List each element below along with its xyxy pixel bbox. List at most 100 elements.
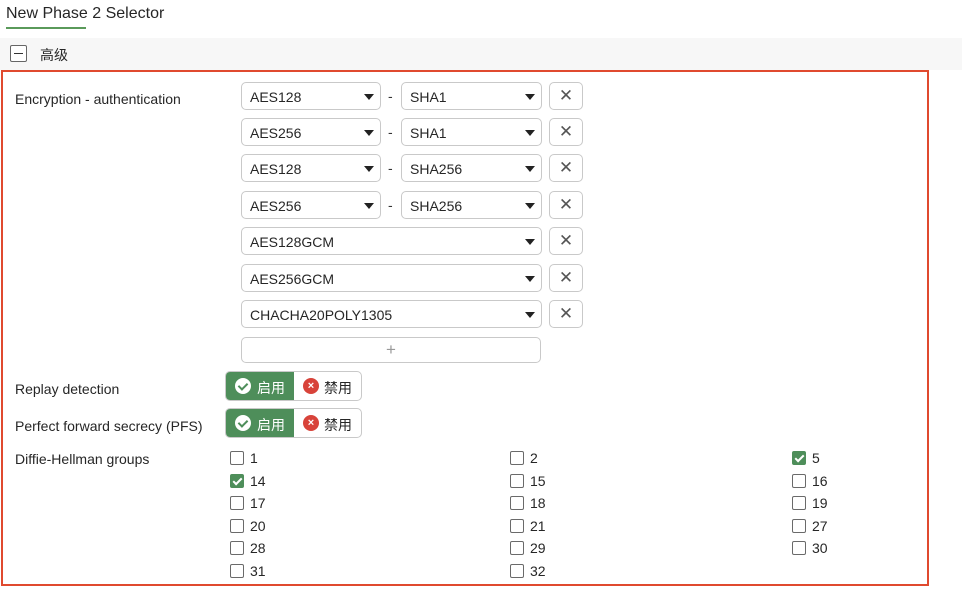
authentication-select[interactable]: SHA1 — [401, 118, 542, 146]
dh-group-label: 16 — [812, 473, 828, 489]
dh-group-label: 18 — [530, 495, 546, 511]
title-bar: New Phase 2 Selector — [0, 0, 962, 38]
dh-group-label: 20 — [250, 518, 266, 534]
dh-group-label: 14 — [250, 473, 266, 489]
page-title: New Phase 2 Selector — [6, 5, 165, 22]
add-pair-button[interactable]: + — [241, 337, 541, 363]
pair-separator: - — [388, 124, 393, 140]
check-circle-icon — [235, 378, 251, 394]
checkbox[interactable] — [510, 451, 524, 465]
checkbox[interactable] — [792, 541, 806, 555]
encryption-select[interactable]: AES128GCM — [241, 227, 542, 255]
dh-group-label: 30 — [812, 540, 828, 556]
encryption-select[interactable]: AES128 — [241, 154, 381, 182]
checkbox[interactable] — [230, 496, 244, 510]
remove-pair-button[interactable]: ✕ — [549, 264, 583, 292]
encryption-select-value: AES256 — [250, 198, 302, 214]
remove-pair-button[interactable]: ✕ — [549, 227, 583, 255]
pair-separator: - — [388, 88, 393, 104]
dropdown-arrow-icon — [525, 312, 535, 318]
enable-label: 启用 — [257, 380, 285, 396]
checkbox[interactable] — [792, 496, 806, 510]
checkbox[interactable] — [510, 564, 524, 578]
replay-disable-option[interactable]: × 禁用 — [294, 372, 361, 400]
dh-group-label: 27 — [812, 518, 828, 534]
dh-group-label: 15 — [530, 473, 546, 489]
dh-group-label: 28 — [250, 540, 266, 556]
encryption-select[interactable]: AES256 — [241, 191, 381, 219]
pfs-enable-option[interactable]: 启用 — [226, 409, 294, 437]
collapse-minus-icon[interactable] — [10, 45, 27, 62]
dropdown-arrow-icon — [525, 239, 535, 245]
dh-group-label: 29 — [530, 540, 546, 556]
authentication-select-value: SHA1 — [410, 89, 447, 105]
encryption-select[interactable]: AES256 — [241, 118, 381, 146]
pfs-label: Perfect forward secrecy (PFS) — [15, 418, 203, 434]
encryption-select[interactable]: AES256GCM — [241, 264, 542, 292]
remove-pair-button[interactable]: ✕ — [549, 300, 583, 328]
dh-group-label: 2 — [530, 450, 538, 466]
authentication-select-value: SHA256 — [410, 161, 463, 177]
encryption-select-value: AES128 — [250, 161, 302, 177]
pfs-disable-option[interactable]: × 禁用 — [294, 409, 361, 437]
remove-pair-button[interactable]: ✕ — [549, 118, 583, 146]
pfs-toggle: 启用 × 禁用 — [225, 408, 362, 438]
dropdown-arrow-icon — [364, 203, 374, 209]
dropdown-arrow-icon — [525, 276, 535, 282]
dropdown-arrow-icon — [364, 166, 374, 172]
remove-pair-button[interactable]: ✕ — [549, 154, 583, 182]
checkbox[interactable] — [792, 519, 806, 533]
dropdown-arrow-icon — [525, 94, 535, 100]
checkbox[interactable] — [510, 519, 524, 533]
dropdown-arrow-icon — [364, 94, 374, 100]
section-label: 高级 — [40, 47, 68, 63]
checkbox[interactable] — [230, 451, 244, 465]
authentication-select[interactable]: SHA256 — [401, 191, 542, 219]
advanced-section-header[interactable]: 高级 — [0, 38, 962, 70]
x-circle-icon: × — [303, 378, 319, 394]
encryption-auth-label: Encryption - authentication — [15, 91, 181, 107]
x-circle-icon: × — [303, 415, 319, 431]
enable-label: 启用 — [257, 417, 285, 433]
pair-separator: - — [388, 160, 393, 176]
encryption-select-value: AES256GCM — [250, 271, 335, 287]
dh-groups-label: Diffie-Hellman groups — [15, 451, 150, 467]
dh-group-label: 21 — [530, 518, 546, 534]
replay-enable-option[interactable]: 启用 — [226, 372, 294, 400]
encryption-select[interactable]: CHACHA20POLY1305 — [241, 300, 542, 328]
replay-detection-label: Replay detection — [15, 381, 120, 397]
checkbox[interactable] — [230, 541, 244, 555]
dh-group-label: 31 — [250, 563, 266, 579]
encryption-select-value: AES128 — [250, 89, 302, 105]
authentication-select[interactable]: SHA1 — [401, 82, 542, 110]
dh-group-label: 19 — [812, 495, 828, 511]
dropdown-arrow-icon — [364, 130, 374, 136]
dh-group-label: 5 — [812, 450, 820, 466]
encryption-select-value: AES128GCM — [250, 234, 335, 250]
remove-pair-button[interactable]: ✕ — [549, 82, 583, 110]
encryption-select[interactable]: AES128 — [241, 82, 381, 110]
authentication-select[interactable]: SHA256 — [401, 154, 542, 182]
dropdown-arrow-icon — [525, 203, 535, 209]
disable-label: 禁用 — [324, 417, 352, 433]
replay-detection-toggle: 启用 × 禁用 — [225, 371, 362, 401]
disable-label: 禁用 — [324, 380, 352, 396]
checkbox[interactable] — [230, 564, 244, 578]
dh-group-label: 17 — [250, 495, 266, 511]
checkbox[interactable] — [230, 519, 244, 533]
title-underline — [6, 27, 86, 29]
checkbox[interactable] — [510, 496, 524, 510]
checkbox[interactable] — [230, 474, 244, 488]
encryption-select-value: CHACHA20POLY1305 — [250, 307, 393, 323]
checkbox[interactable] — [792, 451, 806, 465]
checkbox[interactable] — [510, 474, 524, 488]
advanced-settings-panel: Encryption - authentication AES128 - SHA… — [1, 70, 929, 586]
dropdown-arrow-icon — [525, 166, 535, 172]
checkbox[interactable] — [510, 541, 524, 555]
dh-group-label: 32 — [530, 563, 546, 579]
dh-group-label: 1 — [250, 450, 258, 466]
checkbox[interactable] — [792, 474, 806, 488]
authentication-select-value: SHA256 — [410, 198, 463, 214]
encryption-select-value: AES256 — [250, 125, 302, 141]
remove-pair-button[interactable]: ✕ — [549, 191, 583, 219]
